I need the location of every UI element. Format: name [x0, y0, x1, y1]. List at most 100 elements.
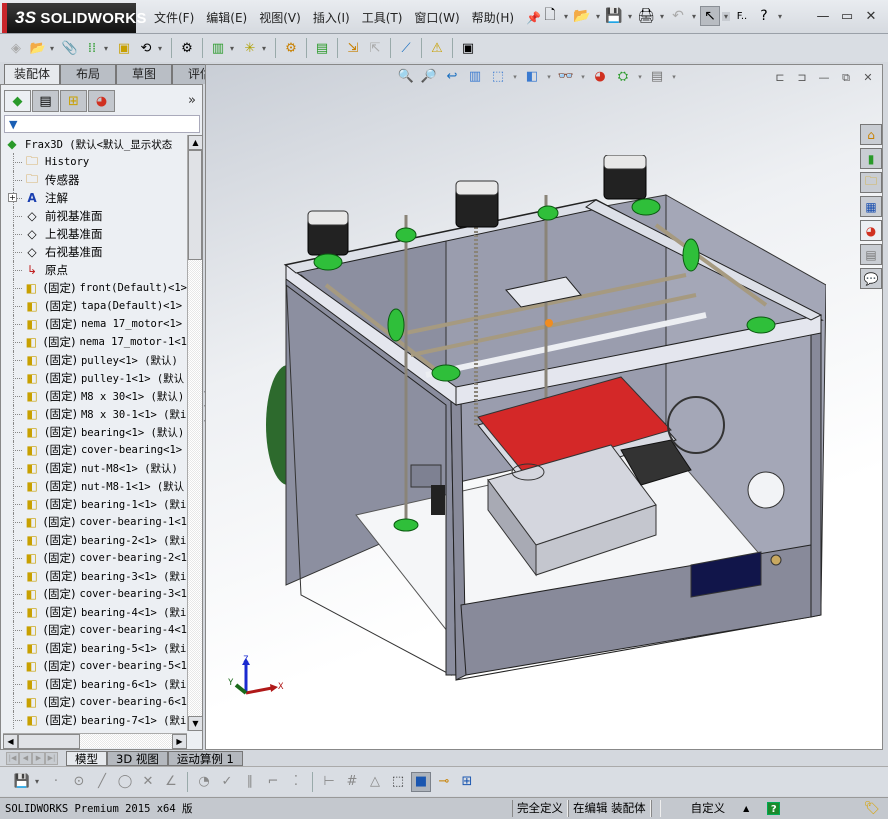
scroll-up-arrow[interactable]: ▲ — [188, 135, 203, 150]
tree-item-sensors[interactable]: 🗀 传感器 — [3, 171, 187, 189]
tab-3d-views[interactable]: 3D 视图 — [107, 750, 168, 766]
hide-show-dropdown[interactable]: ▾ — [579, 73, 587, 81]
previous-view-icon[interactable]: ↩ — [442, 69, 462, 84]
zoom-to-fit-icon[interactable]: 🔍 — [396, 69, 416, 84]
tree-item-component[interactable]: ◧ (固定) bearing-6<1> (默i — [3, 675, 187, 693]
tree-item-component[interactable]: ◧ (固定) cover-bearing-2<1 — [3, 549, 187, 567]
units-selector[interactable]: 自定义 — [661, 800, 730, 817]
polygon-icon[interactable]: ◯ — [115, 772, 135, 792]
open-folder-icon[interactable]: 📂 — [572, 6, 592, 26]
display-style-dropdown[interactable]: ▾ — [545, 73, 553, 81]
tree-item-right-plane[interactable]: ◇ 右视基准面 — [3, 243, 187, 261]
explode-line-sketch-icon[interactable]: ⇱ — [365, 38, 385, 58]
snapshot-icon[interactable]: ▣ — [458, 38, 478, 58]
file-explorer-icon[interactable]: 🗀 — [860, 172, 882, 193]
tree-item-component[interactable]: ◧ (固定) pulley<1> (默认) — [3, 351, 187, 369]
tangent-icon[interactable]: ◔ — [194, 772, 214, 792]
line-icon[interactable]: ╱ — [92, 772, 112, 792]
show-hidden-icon[interactable]: ⚙ — [177, 38, 197, 58]
restore-icon[interactable]: ▭ — [838, 8, 856, 26]
assembly-features-icon[interactable]: ▥ — [208, 38, 228, 58]
print-icon[interactable]: 🖨 — [636, 6, 656, 26]
save-icon[interactable]: 💾 — [12, 772, 32, 792]
minimize-icon[interactable]: — — [814, 8, 832, 26]
scroll-left-arrow[interactable]: ◀ — [3, 734, 18, 749]
custom-properties-icon[interactable]: ▤ — [860, 244, 882, 265]
shaded-icon[interactable]: ■ — [411, 771, 431, 792]
menu-tools[interactable]: 工具(T) — [356, 9, 409, 27]
tree-item-annotations[interactable]: + A 注解 — [3, 189, 187, 207]
configuration-manager-tab-icon[interactable]: ⊞ — [60, 90, 87, 112]
display-manager-tab-icon[interactable]: ◕ — [88, 90, 115, 112]
rebuild-button[interactable]: F.. — [732, 6, 752, 26]
solidworks-logo[interactable]: 3S SOLIDWORKS — [2, 3, 146, 33]
apply-scene-dropdown[interactable]: ▾ — [636, 73, 644, 81]
grid-icon[interactable]: # — [342, 772, 362, 792]
new-document-icon[interactable]: 🗋 — [540, 6, 560, 26]
large-assembly-mode-icon[interactable]: ⚠ — [427, 38, 447, 58]
menu-insert[interactable]: 插入(I) — [307, 9, 356, 27]
save-dropdown[interactable]: ▾ — [35, 777, 43, 786]
move-dropdown[interactable]: ▾ — [158, 44, 166, 53]
section-view-icon[interactable]: ▥ — [465, 69, 485, 84]
display-style-icon[interactable]: ◧ — [522, 69, 542, 84]
minimize-doc-icon[interactable]: — — [816, 71, 832, 85]
tree-item-component[interactable]: ◧ (固定) M8 x 30-1<1> (默i — [3, 405, 187, 423]
tree-root-assembly[interactable]: ◆ Frax3D (默认<默认_显示状态 — [3, 135, 187, 153]
mate-icon[interactable]: 📎 — [60, 38, 80, 58]
tree-item-component[interactable]: ◧ (固定) nut-M8<1> (默认) — [3, 459, 187, 477]
help-icon[interactable]: ? — [754, 6, 774, 26]
bill-of-materials-icon[interactable]: ▤ — [312, 38, 332, 58]
undo-dropdown[interactable]: ▾ — [690, 12, 698, 21]
tree-item-component[interactable]: ◧ (固定) bearing-4<1> (默i — [3, 603, 187, 621]
angle-dimension-icon[interactable]: △ — [365, 772, 385, 792]
scroll-down-arrow[interactable]: ▼ — [188, 716, 203, 731]
design-library-icon[interactable]: ▮ — [860, 148, 882, 169]
menu-file[interactable]: 文件(F) — [148, 9, 200, 27]
tree-item-component[interactable]: ◧ (固定) tapa(Default)<1> — [3, 297, 187, 315]
tree-item-component[interactable]: ◧ (固定) bearing-2<1> (默i — [3, 531, 187, 549]
property-manager-tab-icon[interactable]: ▤ — [32, 90, 59, 112]
tree-item-component[interactable]: ◧ (固定) cover-bearing<1> — [3, 441, 187, 459]
point-icon[interactable]: · — [46, 772, 66, 792]
tree-item-component[interactable]: ◧ (固定) M8 x 30<1> (默认) — [3, 387, 187, 405]
filter-icon[interactable]: ▼ — [9, 118, 17, 131]
printer-3d-model[interactable] — [266, 155, 826, 695]
close-icon[interactable]: ✕ — [862, 8, 880, 26]
insert-components-dropdown[interactable]: ▾ — [50, 44, 58, 53]
select-dropdown[interactable]: ▾ — [722, 11, 730, 21]
tree-item-component[interactable]: ◧ (固定) front(Default)<1> — [3, 279, 187, 297]
graphics-area[interactable]: 🔍 🔎 ↩ ▥ ⬚▾ ◧▾ 👓▾ ◕ ⛭▾ ▤▾ ⊏ ⊐ — ⧉ ✕ — [205, 64, 883, 750]
coincident-icon[interactable]: ⁚ — [286, 772, 306, 792]
view-settings-icon[interactable]: ▤ — [647, 69, 667, 84]
view-orientation-dropdown[interactable]: ▾ — [511, 73, 519, 81]
help-icon[interactable]: ? — [767, 802, 781, 815]
move-component-icon[interactable]: ⟲ — [136, 38, 156, 58]
tree-item-origin[interactable]: ↳ 原点 — [3, 261, 187, 279]
tree-item-history[interactable]: 🗀 History — [3, 153, 187, 171]
tree-item-component[interactable]: ◧ (固定) cover-bearing-3<1 — [3, 585, 187, 603]
solidworks-resources-icon[interactable]: ⌂ — [860, 124, 882, 145]
tree-item-component[interactable]: ◧ (固定) cover-bearing-1<1 — [3, 513, 187, 531]
insert-components-icon[interactable]: 📂 — [28, 38, 48, 58]
forum-icon[interactable]: 💬 — [860, 268, 882, 289]
pattern-dropdown[interactable]: ▾ — [104, 44, 112, 53]
tree-item-component[interactable]: ◧ (固定) bearing-3<1> (默i — [3, 567, 187, 585]
parallel-icon[interactable]: ∥ — [240, 772, 260, 792]
menu-window[interactable]: 窗口(W) — [408, 9, 465, 27]
menu-edit[interactable]: 编辑(E) — [200, 9, 253, 27]
tree-item-component[interactable]: ◧ (固定) bearing<1> (默认) — [3, 423, 187, 441]
tree-item-component[interactable]: ◧ (固定) nut-M8-1<1> (默认 — [3, 477, 187, 495]
undo-icon[interactable]: ↶ — [668, 6, 688, 26]
help-dropdown[interactable]: ▾ — [776, 12, 784, 21]
tree-item-component[interactable]: ◧ (固定) pulley-1<1> (默认 — [3, 369, 187, 387]
view-settings-dropdown[interactable]: ▾ — [670, 73, 678, 81]
measure-icon[interactable]: ⊸ — [434, 772, 454, 792]
reference-dropdown[interactable]: ▾ — [262, 44, 270, 53]
tree-item-component[interactable]: ◧ (固定) nema 17_motor-1<1 — [3, 333, 187, 351]
open-dropdown[interactable]: ▾ — [594, 12, 602, 21]
smart-fasteners-icon[interactable]: ▣ — [114, 38, 134, 58]
select-pointer-icon[interactable]: ↖ — [700, 6, 720, 26]
tree-vertical-scrollbar[interactable]: ▲ ▼ — [187, 135, 203, 731]
menu-help[interactable]: 帮助(H) — [466, 9, 520, 27]
